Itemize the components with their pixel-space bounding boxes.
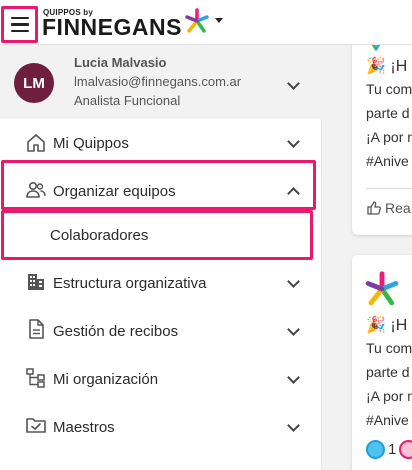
sidebar-item-gestion-de-recibos[interactable]: Gestión de recibos bbox=[0, 307, 322, 355]
chevron-down-icon[interactable] bbox=[287, 135, 300, 148]
sidebar-item-label: Mi Quippos bbox=[53, 135, 129, 152]
card-text-line: ¡A por n bbox=[366, 129, 412, 145]
reaction-icon bbox=[399, 440, 412, 459]
card-text-line: Tu com bbox=[366, 81, 412, 97]
celebration-star-icon bbox=[365, 271, 399, 306]
card-text-line: Tu com bbox=[366, 340, 412, 356]
caret-down-icon[interactable] bbox=[215, 18, 223, 23]
like-button[interactable]: Rea bbox=[366, 200, 411, 216]
card-text-line: #Anive bbox=[366, 153, 409, 169]
profile-name: Lucia Malvasio bbox=[74, 55, 167, 70]
org-chart-icon bbox=[26, 368, 45, 388]
like-label: Rea bbox=[385, 200, 411, 216]
home-icon bbox=[27, 134, 45, 152]
avatar: LM bbox=[14, 63, 54, 103]
sidebar-item-maestros[interactable]: Maestros bbox=[0, 403, 322, 451]
hamburger-menu-icon[interactable] bbox=[1, 6, 38, 43]
logo-wordmark: FINNEGANS bbox=[42, 14, 182, 40]
chevron-down-icon[interactable] bbox=[287, 371, 300, 384]
folder-check-icon bbox=[26, 418, 46, 433]
sidebar-menu: LM Lucia Malvasio lmalvasio@finnegans.co… bbox=[0, 45, 322, 470]
document-icon bbox=[29, 319, 44, 339]
chevron-down-icon[interactable] bbox=[287, 323, 300, 336]
highlight-box bbox=[1, 160, 316, 210]
reactions-row[interactable]: 1 bbox=[366, 440, 412, 459]
card-text-line: parte d bbox=[366, 105, 410, 121]
building-icon bbox=[28, 274, 44, 290]
profile-email: lmalvasio@finnegans.com.ar bbox=[74, 74, 242, 89]
app-logo[interactable]: QUIPPOS by FINNEGANS bbox=[42, 8, 228, 40]
feed-card: 🎉 ¡H Tu com parte d ¡A por n #Anive Rea bbox=[352, 45, 412, 235]
user-profile[interactable]: LM Lucia Malvasio lmalvasio@finnegans.co… bbox=[0, 45, 322, 119]
card-text-line: parte d bbox=[366, 364, 410, 380]
card-title: 🎉 ¡H bbox=[366, 58, 408, 75]
celebration-star-icon bbox=[371, 45, 381, 51]
card-text-line: #Anive bbox=[366, 412, 409, 428]
card-divider bbox=[366, 188, 412, 189]
sidebar-item-label: Mi organización bbox=[53, 371, 159, 388]
sidebar-item-estructura-organizativa[interactable]: Estructura organizativa bbox=[0, 259, 322, 307]
chevron-down-icon[interactable] bbox=[287, 77, 300, 90]
top-bar: QUIPPOS by FINNEGANS bbox=[0, 0, 412, 45]
sidebar-item-mi-organizacion[interactable]: Mi organización bbox=[0, 355, 322, 403]
card-text-line: ¡A por n bbox=[366, 388, 412, 404]
feed-card: 🎉 ¡H Tu com parte d ¡A por n #Anive 1 bbox=[352, 255, 412, 470]
chevron-down-icon[interactable] bbox=[287, 275, 300, 288]
logo-star-icon bbox=[185, 8, 209, 33]
thumbs-up-icon bbox=[367, 201, 382, 215]
reaction-icon bbox=[366, 440, 385, 459]
sidebar-item-label: Maestros bbox=[53, 419, 115, 436]
highlight-box bbox=[1, 210, 313, 260]
card-title: 🎉 ¡H bbox=[366, 317, 408, 334]
sidebar-item-label: Estructura organizativa bbox=[53, 275, 207, 292]
sidebar-item-label: Gestión de recibos bbox=[53, 323, 179, 340]
news-feed: 🎉 ¡H Tu com parte d ¡A por n #Anive Rea … bbox=[322, 45, 412, 470]
profile-role: Analista Funcional bbox=[74, 93, 181, 108]
app-page: QUIPPOS by FINNEGANS 🎉 ¡H Tu com parte d… bbox=[0, 0, 412, 470]
chevron-down-icon[interactable] bbox=[287, 419, 300, 432]
reaction-count: 1 bbox=[388, 441, 397, 458]
